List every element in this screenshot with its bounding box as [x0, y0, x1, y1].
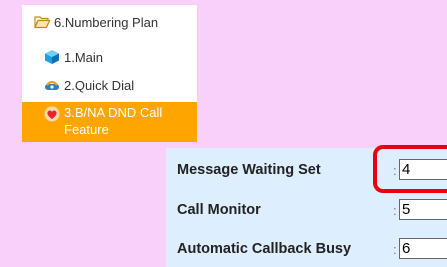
field-label: Call Monitor: [177, 202, 261, 218]
folder-open-icon: [34, 14, 50, 30]
navigation-tree: 6.Numbering Plan 1.Main 2.Quick Dial 3.B…: [22, 5, 197, 142]
field-separator: :: [393, 242, 397, 257]
tree-item-quick-dial[interactable]: 2.Quick Dial: [22, 76, 197, 94]
tree-item-label: 1.Main: [64, 49, 104, 65]
field-label: Automatic Callback Busy: [177, 241, 352, 257]
tree-item-numbering-plan[interactable]: 6.Numbering Plan: [22, 13, 197, 31]
automatic-callback-busy-input[interactable]: [399, 238, 447, 259]
tree-item-label: 3.B/NA DND Call Feature: [64, 105, 163, 137]
heart-icon: [44, 106, 60, 122]
tree-item-label: 6.Numbering Plan: [54, 14, 159, 30]
call-monitor-input[interactable]: [399, 199, 447, 220]
field-separator: :: [393, 203, 397, 218]
field-row-automatic-callback-busy: Automatic Callback Busy :: [166, 237, 447, 263]
quick-dial-icon: [44, 77, 60, 93]
field-label: Message Waiting Set: [177, 162, 321, 178]
cube-icon: [44, 49, 60, 65]
field-row-call-monitor: Call Monitor :: [166, 198, 447, 224]
tree-item-main[interactable]: 1.Main: [22, 48, 197, 66]
tree-item-label: 2.Quick Dial: [64, 77, 135, 93]
highlight-box: [373, 145, 447, 193]
tree-item-bna-dnd-call-feature[interactable]: 3.B/NA DND Call Feature: [22, 102, 197, 142]
